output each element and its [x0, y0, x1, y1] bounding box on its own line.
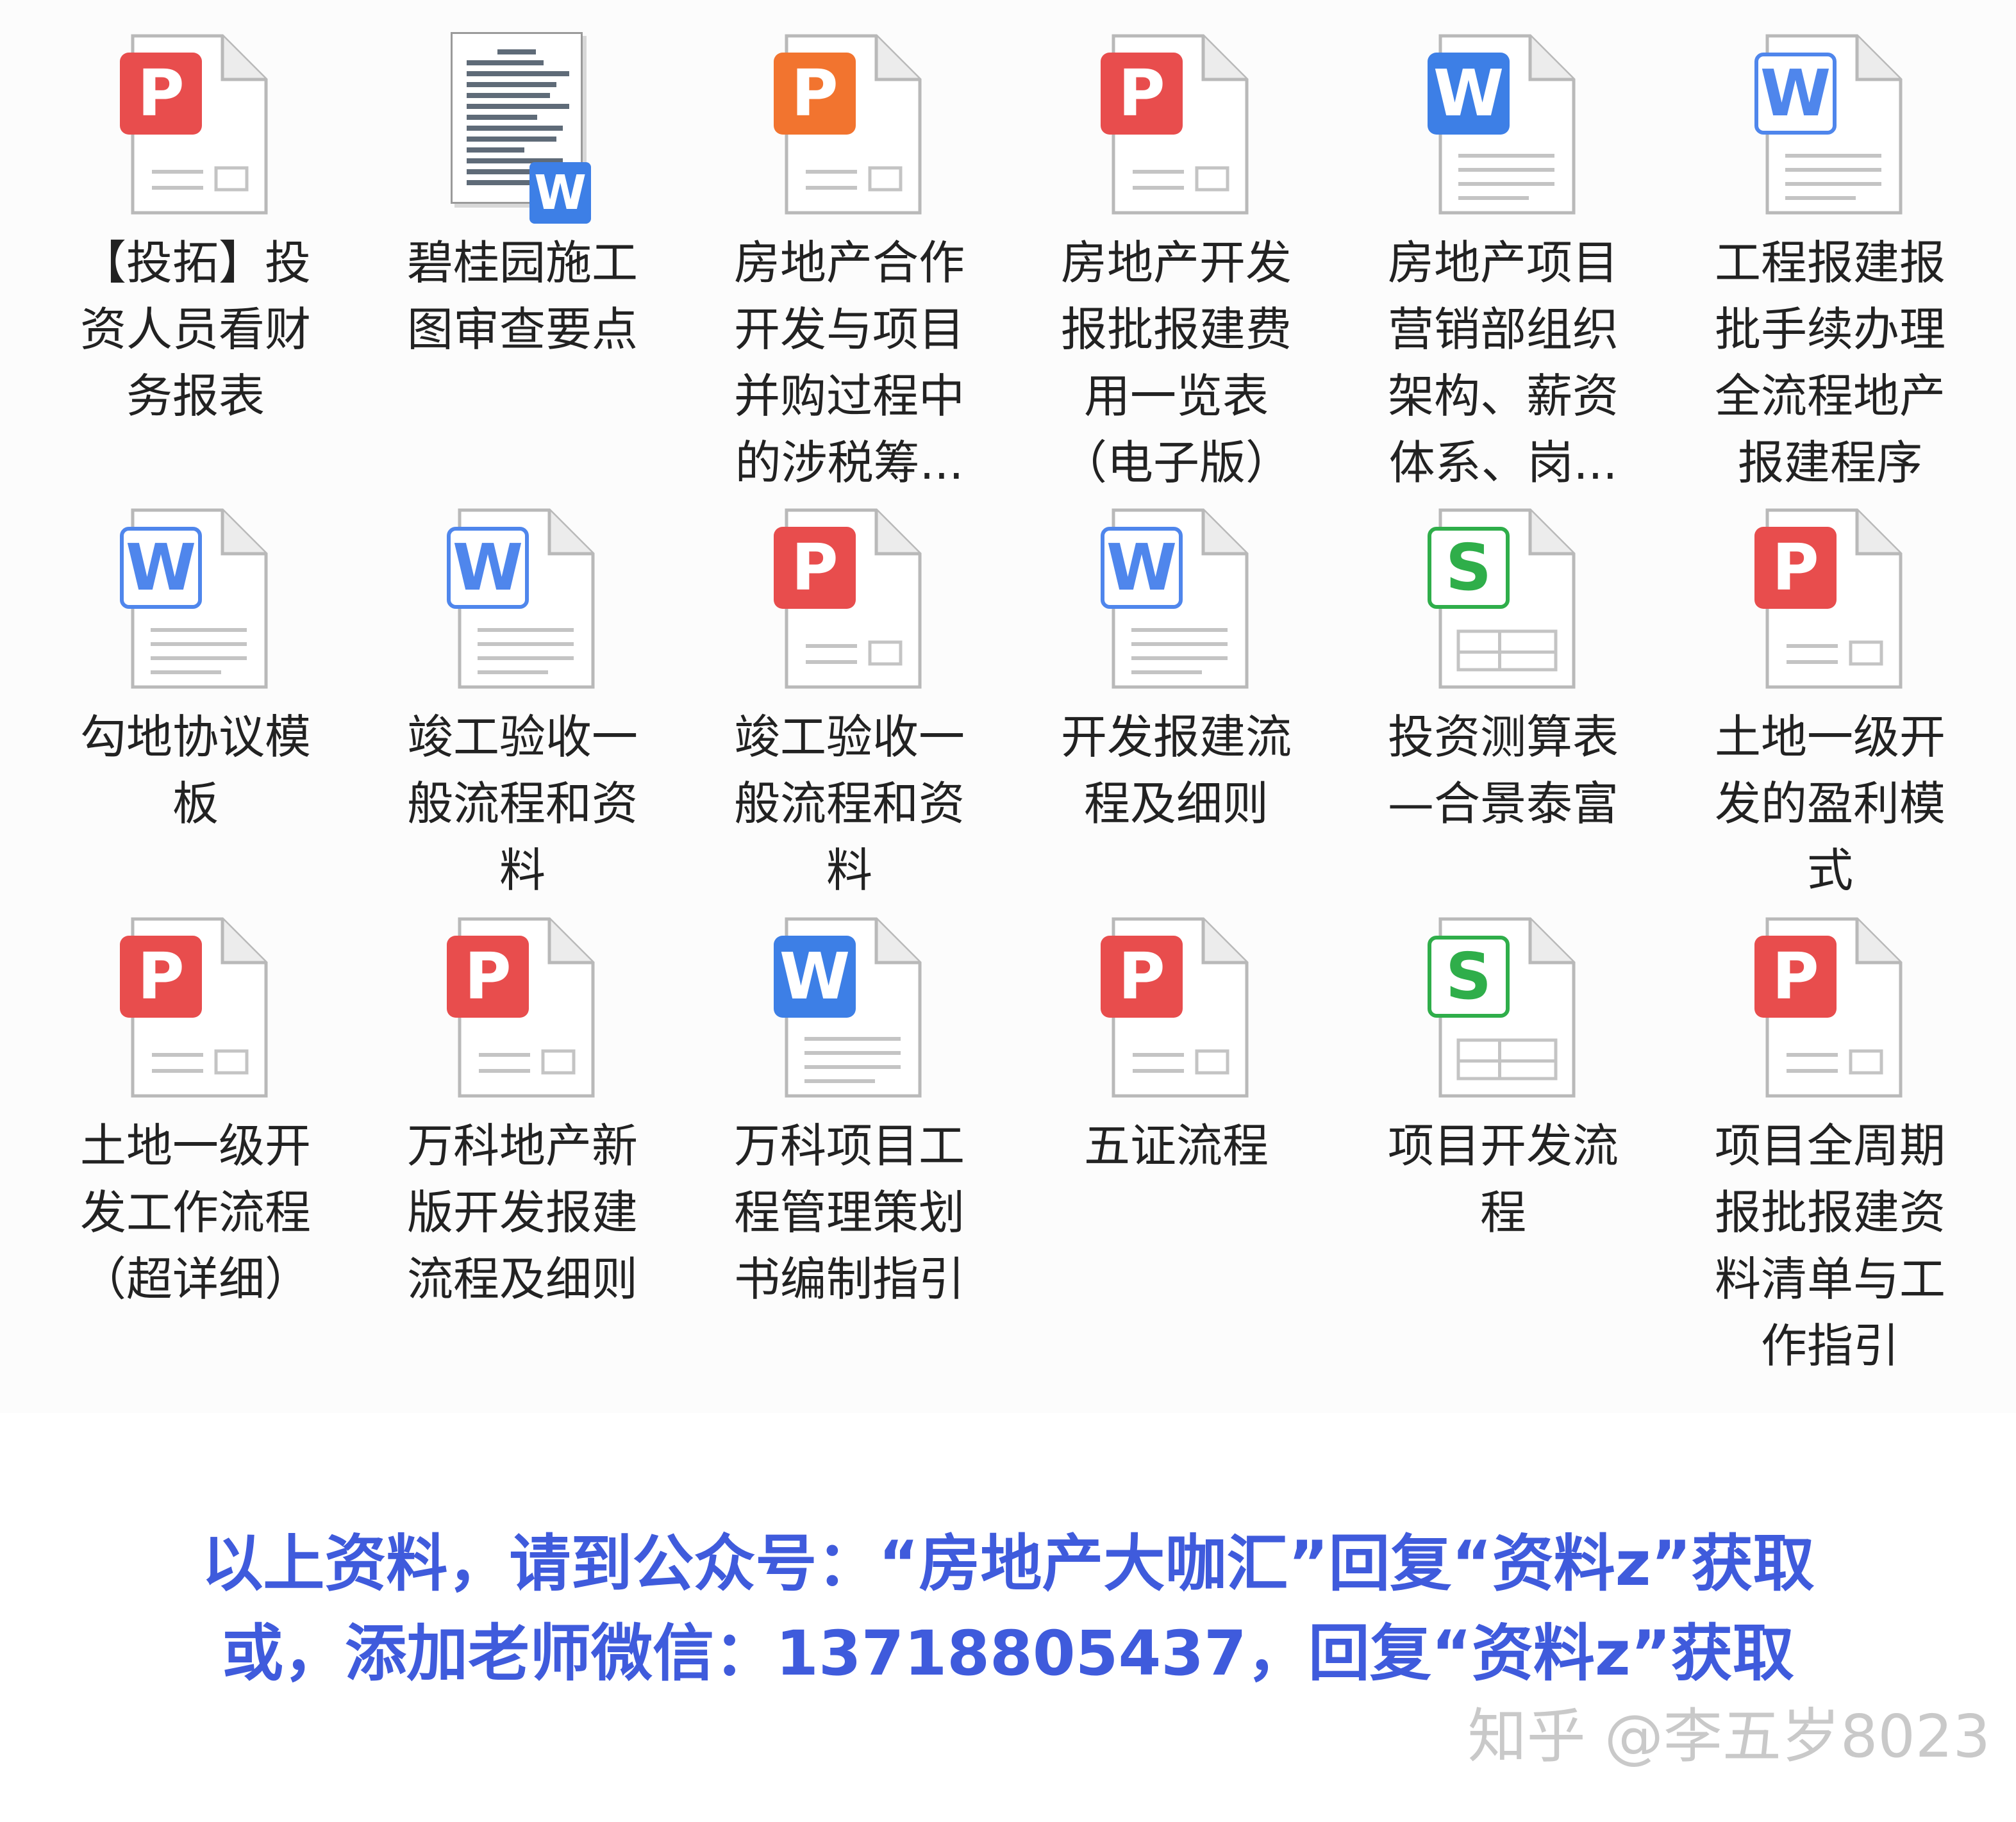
file-name-label: 万科地产新版开发报建流程及细则	[406, 1119, 638, 1306]
file-name-label: 土地一级开发的盈利模式	[1714, 710, 1945, 897]
pdf-icon: P	[120, 32, 271, 218]
pdf-badge-icon: P	[1101, 53, 1183, 135]
file-item[interactable]: W 开发报建流程及细则	[1042, 506, 1311, 837]
file-name-label: 碧桂园施工图审查要点	[406, 236, 638, 356]
pdf-badge-icon: P	[447, 936, 529, 1018]
word-badge-icon: W	[1428, 53, 1510, 135]
file-name-label: 五证流程	[1083, 1119, 1269, 1173]
file-item[interactable]: P 土地一级开发的盈利模式	[1695, 506, 1965, 904]
pdf-icon: P	[1101, 32, 1252, 218]
word-icon: W	[774, 915, 925, 1101]
pdf-badge-icon: P	[120, 53, 202, 135]
pdf-badge-icon: P	[1754, 936, 1837, 1018]
file-item[interactable]: P 五证流程	[1042, 915, 1311, 1179]
pdf-icon: P	[1754, 506, 1906, 692]
file-item[interactable]: P 房地产合作开发与项目并购过程中的涉税筹...	[715, 32, 984, 496]
file-item[interactable]: P 土地一级开发工作流程（超详细）	[61, 915, 330, 1313]
file-item[interactable]: P 房地产开发报批报建费用一览表（电子版）	[1042, 32, 1311, 496]
footer-line-1: 以上资料，请到公众号：“房地产大咖汇”回复“资料z”获取	[201, 1528, 1815, 1600]
file-name-label: 【投拓】投资人员看财务报表	[79, 236, 311, 423]
pdf-badge-icon: P	[1754, 527, 1837, 609]
file-item[interactable]: W 工程报建报批手续办理全流程地产报建程序	[1695, 32, 1965, 496]
pdf-icon: P	[774, 506, 925, 692]
word-badge-icon: W	[1754, 53, 1837, 135]
word-icon: W	[1754, 32, 1906, 218]
pdf-badge-icon: P	[774, 527, 856, 609]
word-badge-icon: W	[447, 527, 529, 609]
word-badge-icon: W	[120, 527, 202, 609]
word-badge-icon: W	[529, 162, 591, 224]
file-item[interactable]: P 【投拓】投资人员看财务报表	[61, 32, 330, 429]
file-item[interactable]: S 投资测算表—合景泰富	[1369, 506, 1638, 837]
file-name-label: 项目开发流程	[1387, 1119, 1619, 1239]
file-name-label: 勾地协议模板	[79, 710, 311, 831]
pdf-icon: P	[120, 915, 271, 1101]
file-item[interactable]: P 万科地产新版开发报建流程及细则	[388, 915, 657, 1313]
pdf-icon: P	[1754, 915, 1906, 1101]
pdf-badge-icon: P	[1101, 936, 1183, 1018]
file-item[interactable]: W 竣工验收一般流程和资料	[388, 506, 657, 904]
file-name-label: 房地产开发报批报建费用一览表（电子版）	[1060, 236, 1292, 490]
ppt-badge-icon: P	[774, 53, 856, 135]
file-item[interactable]: P 项目全周期报批报建资料清单与工作指引	[1695, 915, 1965, 1379]
file-explorer-grid: P 【投拓】投资人员看财务报表 W 碧桂园施工图审查要点 P 房地产合作开发与项目并购过程…	[0, 0, 2016, 1413]
word-icon: W	[1101, 506, 1252, 692]
file-name-label: 万科项目工程管理策划书编制指引	[733, 1119, 965, 1306]
file-name-label: 项目全周期报批报建资料清单与工作指引	[1714, 1119, 1945, 1373]
file-item[interactable]: S 项目开发流程	[1369, 915, 1638, 1246]
excel-badge-icon: S	[1428, 936, 1510, 1018]
document-preview: W	[451, 32, 591, 224]
file-item[interactable]: W 碧桂园施工图审查要点	[388, 32, 657, 363]
file-name-label: 开发报建流程及细则	[1060, 710, 1292, 831]
excel-badge-icon: S	[1428, 527, 1510, 609]
file-name-label: 投资测算表—合景泰富	[1387, 710, 1619, 831]
file-item[interactable]: W 房地产项目营销部组织架构、薪资体系、岗...	[1369, 32, 1638, 496]
file-item[interactable]: P 竣工验收一般流程和资料	[715, 506, 984, 904]
document-thumbnail-icon: W	[447, 32, 598, 224]
file-name-label: 竣工验收一般流程和资料	[733, 710, 965, 897]
footer-line-2: 或，添加老师微信：13718805437，回复“资料z”获取	[222, 1618, 1794, 1689]
file-item[interactable]: W 勾地协议模板	[61, 506, 330, 837]
word-icon: W	[1428, 32, 1579, 218]
zhihu-watermark: 知乎 @李五岁8023	[1467, 1702, 1990, 1771]
excel-icon: S	[1428, 915, 1579, 1101]
file-name-label: 土地一级开发工作流程（超详细）	[79, 1119, 311, 1306]
file-name-label: 工程报建报批手续办理全流程地产报建程序	[1714, 236, 1945, 490]
pdf-badge-icon: P	[120, 936, 202, 1018]
pdf-icon: P	[447, 915, 598, 1101]
word-badge-icon: W	[1101, 527, 1183, 609]
word-badge-icon: W	[774, 936, 856, 1018]
word-icon: W	[120, 506, 271, 692]
word-icon: W	[447, 506, 598, 692]
file-name-label: 竣工验收一般流程和资料	[406, 710, 638, 897]
file-name-label: 房地产合作开发与项目并购过程中的涉税筹...	[733, 236, 965, 490]
file-item[interactable]: W 万科项目工程管理策划书编制指引	[715, 915, 984, 1313]
ppt-icon: P	[774, 32, 925, 218]
pdf-icon: P	[1101, 915, 1252, 1101]
file-name-label: 房地产项目营销部组织架构、薪资体系、岗...	[1387, 236, 1619, 490]
excel-icon: S	[1428, 506, 1579, 692]
